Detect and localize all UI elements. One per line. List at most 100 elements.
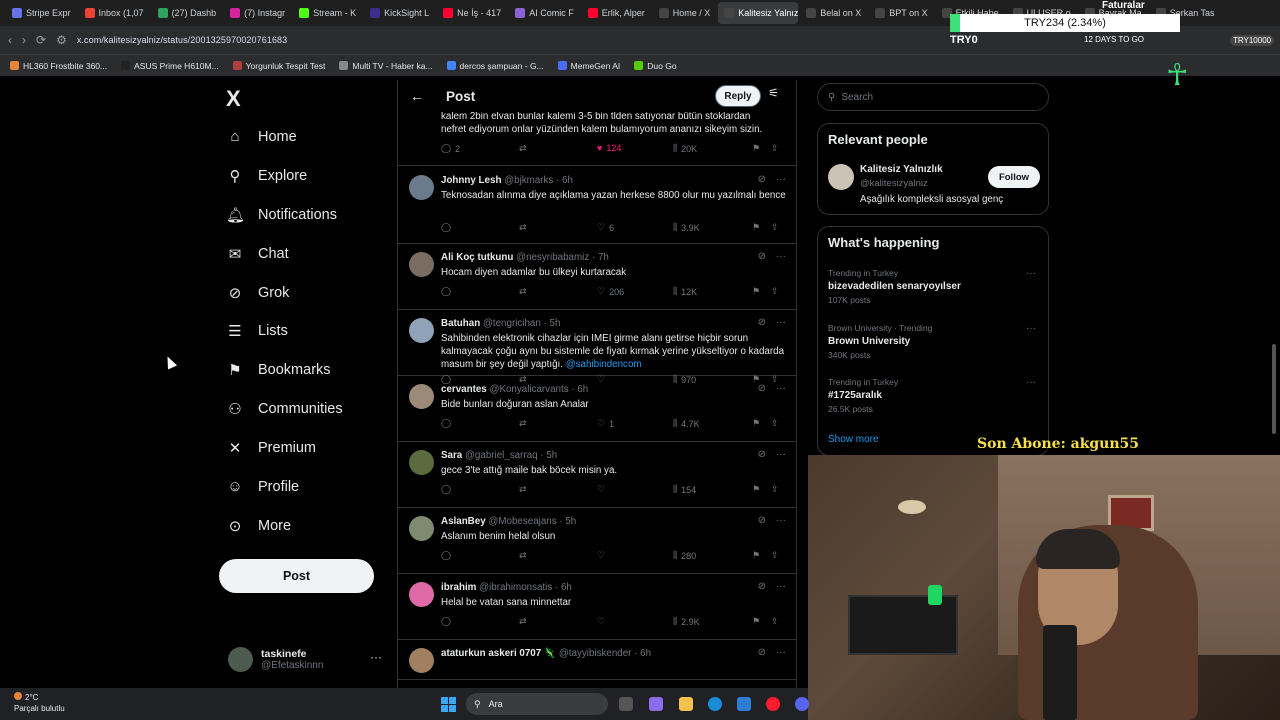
reply-icon[interactable]: ◯ xyxy=(441,222,451,233)
edge-icon[interactable] xyxy=(708,697,722,711)
browser-tab[interactable]: AI Comic F xyxy=(509,2,580,24)
repost-icon[interactable]: ⇄ xyxy=(519,418,527,429)
avatar[interactable] xyxy=(409,252,434,277)
more-dots-icon[interactable]: ··· xyxy=(370,650,382,664)
task-view-icon[interactable] xyxy=(619,697,633,711)
avatar[interactable] xyxy=(409,384,434,409)
trend-item[interactable]: Brown University · Trending Brown Univers… xyxy=(828,323,1040,360)
browser-tab[interactable]: (7) Instagr xyxy=(224,2,291,24)
reply-icon[interactable]: ◯ xyxy=(441,286,451,297)
reply-button[interactable]: Reply xyxy=(715,85,761,107)
avatar[interactable] xyxy=(409,318,434,343)
views-action[interactable]: ⫼ 20K xyxy=(673,143,697,154)
scrollbar[interactable] xyxy=(1272,344,1276,434)
more-dots-icon[interactable]: ··· xyxy=(776,383,786,394)
avatar[interactable] xyxy=(409,516,434,541)
weather-widget[interactable]: 2°C Parçalı bulutlu xyxy=(14,692,65,714)
share-icon[interactable]: ⇪ xyxy=(771,418,779,429)
more-dots-icon[interactable]: ··· xyxy=(776,449,786,460)
grok-icon[interactable]: ⊘ xyxy=(758,383,766,394)
sidebar-item-profile[interactable]: ☺ Profile xyxy=(226,478,299,495)
sidebar-item-chat[interactable]: ✉ Chat xyxy=(226,245,289,263)
browser-tab[interactable]: Ne İş - 417 xyxy=(437,2,507,24)
tweet-author[interactable]: cervantes xyxy=(441,384,487,395)
like-action[interactable]: ♡ 6 xyxy=(597,222,614,233)
grok-icon[interactable]: ⊘ xyxy=(758,449,766,460)
browser-tab[interactable]: (27) Dashb xyxy=(152,2,223,24)
sliders-icon[interactable]: ⚟ xyxy=(768,86,779,100)
share-icon[interactable]: ⇪ xyxy=(771,143,779,154)
tweet-author[interactable]: Johnny Lesh xyxy=(441,175,501,186)
reply-action[interactable]: ◯ 2 xyxy=(441,143,460,154)
reply-icon[interactable]: ◯ xyxy=(441,484,451,495)
back-nav-icon[interactable]: ‹ xyxy=(8,33,12,47)
bookmark-icon[interactable]: ⚑ xyxy=(752,550,760,561)
repost-icon[interactable]: ⇄ xyxy=(519,143,527,154)
bookmark-icon[interactable]: ⚑ xyxy=(752,418,760,429)
copilot-icon[interactable] xyxy=(649,697,663,711)
back-arrow-icon[interactable]: ← xyxy=(410,88,424,104)
more-dots-icon[interactable]: ··· xyxy=(776,251,786,262)
more-dots-icon[interactable]: ··· xyxy=(776,317,786,328)
views-action[interactable]: ⫼ 4.7K xyxy=(673,418,700,429)
list-item[interactable]: Batuhan @tengricihan · 5h ⊘ ··· Sahibinden … xyxy=(398,310,796,385)
avatar[interactable] xyxy=(409,582,434,607)
sidebar-item-home[interactable]: ⌂ Home xyxy=(226,128,296,145)
list-item[interactable]: Johnny Lesh @bjkmarks · 6h ⊘ ··· Teknosadan… xyxy=(398,167,796,244)
search-input[interactable]: ⚲ Search xyxy=(817,83,1049,111)
like-action[interactable]: ♡ xyxy=(597,616,609,627)
repost-icon[interactable]: ⇄ xyxy=(519,286,527,297)
browser-tab[interactable]: Erlik, Alper xyxy=(582,2,651,24)
more-dots-icon[interactable]: ··· xyxy=(776,515,786,526)
avatar[interactable] xyxy=(409,175,434,200)
more-dots-icon[interactable]: ··· xyxy=(776,581,786,592)
taskbar-search[interactable]: ⚲ Ara xyxy=(466,693,608,715)
reply-icon[interactable]: ◯ xyxy=(441,616,451,627)
bookmark-item[interactable]: Duo Go xyxy=(634,61,677,71)
browser-tab[interactable]: Stream - K xyxy=(293,2,362,24)
relevant-name[interactable]: Kalitesiz Yalnızlık xyxy=(860,164,943,175)
avatar[interactable] xyxy=(409,648,434,673)
tweet-author[interactable]: AslanBey xyxy=(441,516,486,527)
reply-icon[interactable]: ◯ xyxy=(441,550,451,561)
more-dots-icon[interactable]: ··· xyxy=(1026,323,1036,334)
browser-tab[interactable]: BPT on X xyxy=(869,2,933,24)
list-item[interactable]: ataturkun askeri 0707 🦎 @tayyibiskender … xyxy=(398,640,796,680)
bookmark-icon[interactable]: ⚑ xyxy=(752,484,760,495)
sidebar-item-premium[interactable]: ✕ Premium xyxy=(226,439,316,457)
store-icon[interactable] xyxy=(737,697,751,711)
reply-icon[interactable]: ◯ xyxy=(441,418,451,429)
show-more-link[interactable]: Show more xyxy=(828,434,879,445)
follow-button[interactable]: Follow xyxy=(988,166,1040,188)
list-item[interactable]: cervantes @Konyalicarvants · 6h ⊘ ··· Bide … xyxy=(398,376,796,442)
grok-icon[interactable]: ⊘ xyxy=(758,174,766,185)
tweet-author[interactable]: Batuhan xyxy=(441,318,480,329)
sidebar-item-explore[interactable]: ⚲ Explore xyxy=(226,167,308,185)
list-item[interactable]: Sara @gabriel_sarraq · 5h ⊘ ··· gece 3'te a… xyxy=(398,442,796,508)
post-button[interactable]: Post xyxy=(219,559,374,593)
share-icon[interactable]: ⇪ xyxy=(771,550,779,561)
bookmark-item[interactable]: Yorgunluk Tespit Test xyxy=(232,61,325,71)
views-action[interactable]: ⫼ 12K xyxy=(673,286,697,297)
grok-icon[interactable]: ⊘ xyxy=(758,647,766,658)
share-icon[interactable]: ⇪ xyxy=(771,484,779,495)
list-item[interactable]: AslanBey @Mobeseajans · 5h ⊘ ··· Aslanım be… xyxy=(398,508,796,574)
list-item[interactable]: Ali Koç tutkunu @nesyribabamiz · 7h ⊘ ··· H… xyxy=(398,244,796,310)
bookmark-item[interactable]: dercos şampuan - G... xyxy=(446,61,544,71)
repost-icon[interactable]: ⇄ xyxy=(519,616,527,627)
avatar[interactable] xyxy=(409,450,434,475)
forward-nav-icon[interactable]: › xyxy=(22,33,26,47)
windows-start-icon[interactable] xyxy=(441,697,456,712)
sidebar-item-communities[interactable]: ⚇ Communities xyxy=(226,400,342,418)
like-action[interactable]: ♡ 206 xyxy=(597,286,624,297)
bookmark-icon[interactable]: ⚑ xyxy=(752,222,760,233)
browser-tab[interactable]: Stripe Expr xyxy=(6,2,77,24)
share-icon[interactable]: ⇪ xyxy=(771,616,779,627)
mention-link[interactable]: @sahibindencom xyxy=(566,359,642,370)
sidebar-item-lists[interactable]: ☰ Lists xyxy=(226,322,288,340)
tweet-author[interactable]: ataturkun askeri 0707 🦎 xyxy=(441,648,556,659)
like-action[interactable]: ♥ 124 xyxy=(597,143,621,153)
views-action[interactable]: ⫼ 154 xyxy=(673,484,696,495)
bookmark-item[interactable]: MemeGen AI xyxy=(557,61,620,71)
file-explorer-icon[interactable] xyxy=(679,697,693,711)
